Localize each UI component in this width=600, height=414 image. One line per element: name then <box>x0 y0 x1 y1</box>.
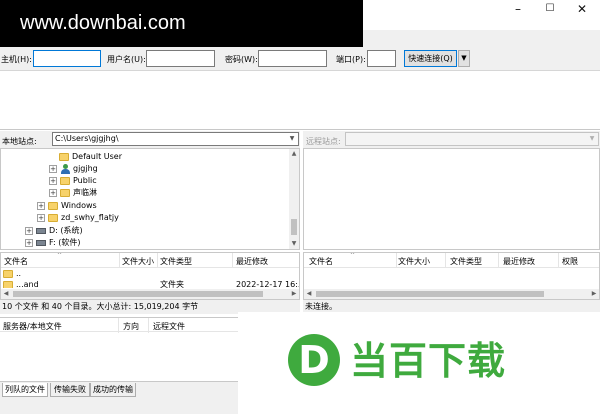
tree-item-public[interactable]: + Public <box>49 175 97 187</box>
expand-icon[interactable]: + <box>49 164 57 173</box>
quickconnect-dropdown-button[interactable]: ▼ <box>458 50 470 67</box>
remote-list-hscrollbar[interactable]: ◀ ▶ <box>304 289 599 299</box>
remote-path-combo: ▼ <box>345 132 599 146</box>
list-item[interactable]: ...and 文件夹 2022-12-17 16:... <box>3 279 299 288</box>
folder-icon <box>3 280 13 288</box>
local-list-hscrollbar[interactable]: ◀ ▶ <box>1 289 299 299</box>
tree-item-shenglinlin[interactable]: + 声临淋 <box>49 187 97 199</box>
local-list-header: 文件名 ^ 文件大小 文件类型 最近修改 <box>1 253 299 268</box>
expand-icon[interactable]: + <box>37 213 45 222</box>
port-input[interactable] <box>367 50 396 67</box>
message-log[interactable] <box>0 72 600 130</box>
maximize-button[interactable]: ☐ <box>534 0 566 20</box>
scroll-left-icon[interactable]: ◀ <box>1 289 11 299</box>
tree-item-drive-d[interactable]: + D: (系统) <box>25 225 83 237</box>
expand-icon[interactable]: + <box>25 238 33 247</box>
local-path-combo[interactable]: C:\Users\gjgjhg\ ▼ <box>52 132 299 146</box>
column-filetype[interactable]: 文件类型 <box>450 256 482 267</box>
expand-icon[interactable]: + <box>49 176 57 185</box>
scroll-left-icon[interactable]: ◀ <box>304 289 314 299</box>
tab-successful-transfers[interactable]: 成功的传输 <box>90 383 136 397</box>
tree-item-drive-f[interactable]: + F: (软件) <box>25 237 80 249</box>
folder-icon <box>60 188 70 197</box>
tree-item-windows[interactable]: + Windows <box>37 200 97 212</box>
local-site-label: 本地站点: <box>2 137 37 146</box>
tree-item-default-user[interactable]: Default User <box>59 151 122 163</box>
column-modified[interactable]: 最近修改 <box>236 256 268 267</box>
folder-icon <box>48 201 58 210</box>
quickconnect-button[interactable]: 快速连接(Q) <box>404 50 457 67</box>
chevron-down-icon[interactable]: ▼ <box>287 133 297 145</box>
tree-scrollbar[interactable]: ▲ ▼ <box>289 149 299 249</box>
local-file-list[interactable]: 文件名 ^ 文件大小 文件类型 最近修改 .. ...and 文件夹 2022-… <box>0 252 300 300</box>
password-input[interactable] <box>258 50 327 67</box>
remote-site-bar: 远程站点: ▼ <box>303 131 600 148</box>
remote-site-label: 远程站点: <box>306 137 341 146</box>
column-modified[interactable]: 最近修改 <box>503 256 535 267</box>
column-remote-file[interactable]: 远程文件 <box>153 321 185 332</box>
expand-icon[interactable]: + <box>25 226 33 235</box>
tree-item-gjgjhg[interactable]: + gjgjhg <box>49 163 98 175</box>
column-filename[interactable]: 文件名 <box>4 256 28 267</box>
chevron-down-icon: ▼ <box>589 135 595 142</box>
column-filetype[interactable]: 文件类型 <box>160 256 192 267</box>
scroll-right-icon[interactable]: ▶ <box>589 289 599 299</box>
watermark-logo: D 当百下载 <box>238 312 600 414</box>
quickconnect-bar: 主机(H): 用户名(U): 密码(W): 端口(P): 快速连接(Q) ▼ <box>0 47 600 71</box>
watermark-banner: www.downbai.com <box>0 0 363 47</box>
username-input[interactable] <box>146 50 215 67</box>
tree-item-zd-swhy-flatjy[interactable]: + zd_swhy_flatjy <box>37 212 119 224</box>
column-filename[interactable]: 文件名 <box>309 256 333 267</box>
folder-icon <box>48 213 58 222</box>
logo-letter: D <box>298 338 330 382</box>
host-label: 主机(H): <box>1 55 32 64</box>
column-server-local-file[interactable]: 服务器/本地文件 <box>3 321 62 332</box>
menu-bar <box>363 30 600 47</box>
folder-icon <box>60 176 70 185</box>
scroll-right-icon[interactable]: ▶ <box>289 289 299 299</box>
local-site-bar: 本地站点: C:\Users\gjgjhg\ ▼ <box>0 131 300 148</box>
folder-icon <box>59 152 69 161</box>
sort-up-icon: ^ <box>350 252 356 259</box>
minimize-button[interactable]: – <box>502 0 534 20</box>
scroll-down-icon[interactable]: ▼ <box>289 239 299 249</box>
password-label: 密码(W): <box>225 55 258 64</box>
local-directory-tree[interactable]: Default User + gjgjhg + Public + 声临淋 + Windo… <box>0 148 300 250</box>
close-button[interactable]: ✕ <box>566 0 598 20</box>
host-input[interactable] <box>33 50 101 67</box>
scroll-thumb[interactable] <box>291 219 297 235</box>
expand-icon[interactable]: + <box>37 201 45 210</box>
tab-failed-transfers[interactable]: 传输失败 <box>50 383 90 397</box>
tab-queued-files[interactable]: 列队的文件 <box>2 383 48 397</box>
scroll-thumb[interactable] <box>13 291 263 297</box>
scroll-up-icon[interactable]: ▲ <box>289 149 299 159</box>
port-label: 端口(P): <box>336 55 366 64</box>
local-path-value: C:\Users\gjgjhg\ <box>55 134 119 143</box>
drive-icon <box>36 227 46 234</box>
username-label: 用户名(U): <box>107 55 146 64</box>
folder-icon <box>3 269 13 278</box>
drive-icon <box>36 239 46 246</box>
remote-file-list[interactable]: 文件名 ^ 文件大小 文件类型 最近修改 权限 ◀ ▶ <box>303 252 600 300</box>
column-direction[interactable]: 方向 <box>123 321 139 332</box>
logo-text: 当百下载 <box>350 339 507 383</box>
remote-directory-tree[interactable] <box>303 148 600 250</box>
sort-up-icon: ^ <box>57 252 63 259</box>
expand-icon[interactable]: + <box>49 188 57 197</box>
column-filesize[interactable]: 文件大小 <box>122 256 154 267</box>
user-icon <box>60 163 70 174</box>
column-permissions[interactable]: 权限 <box>562 256 578 267</box>
column-filesize[interactable]: 文件大小 <box>398 256 430 267</box>
scroll-thumb[interactable] <box>316 291 544 297</box>
remote-list-header: 文件名 ^ 文件大小 文件类型 最近修改 权限 <box>304 253 599 268</box>
